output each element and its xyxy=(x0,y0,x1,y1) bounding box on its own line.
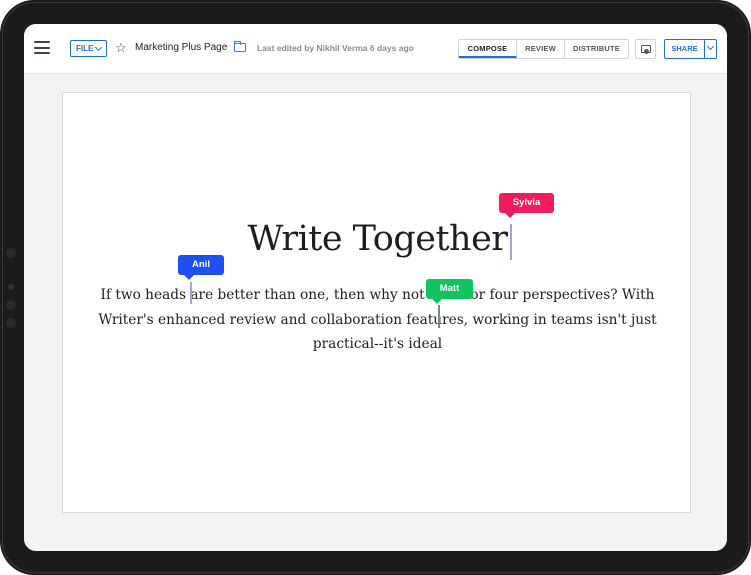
file-menu-label: FILE xyxy=(76,44,94,53)
chevron-down-icon[interactable] xyxy=(706,42,715,51)
hamburger-menu-icon[interactable] xyxy=(34,41,50,54)
share-divider xyxy=(704,40,705,58)
document-title[interactable]: Marketing Plus Page xyxy=(135,42,227,53)
document-body[interactable]: If two heads are better than one, then w… xyxy=(77,283,678,357)
tablet-frame: FILE ☆ Marketing Plus Page Last edited b… xyxy=(0,0,751,575)
star-icon[interactable]: ☆ xyxy=(115,39,127,57)
mode-tabs: COMPOSE REVIEW DISTRIBUTE xyxy=(458,39,629,59)
folder-icon[interactable] xyxy=(234,41,246,52)
last-edited-status: Last edited by Nikhil Verma 6 days ago xyxy=(257,43,414,53)
share-label: SHARE xyxy=(671,44,698,53)
chevron-down-icon xyxy=(94,43,103,52)
collaborator-tag-sylvia: Sylvia xyxy=(499,193,554,218)
tab-distribute[interactable]: DISTRIBUTE xyxy=(565,40,628,58)
top-toolbar: FILE ☆ Marketing Plus Page Last edited b… xyxy=(24,24,727,74)
comment-button[interactable] xyxy=(635,39,656,59)
collaborator-cursor-sylvia xyxy=(510,224,512,260)
document-page[interactable]: Write Together If two heads are better t… xyxy=(62,92,691,513)
collaborator-cursor-matt xyxy=(438,305,440,328)
device-side-button xyxy=(6,318,16,328)
share-button[interactable]: SHARE xyxy=(664,39,717,59)
file-menu-button[interactable]: FILE xyxy=(70,40,107,57)
tab-review[interactable]: REVIEW xyxy=(517,40,565,58)
app-screen: FILE ☆ Marketing Plus Page Last edited b… xyxy=(24,24,727,551)
device-side-dot xyxy=(8,284,14,290)
device-side-button xyxy=(6,300,16,310)
document-heading[interactable]: Write Together xyxy=(63,219,692,259)
comment-badge-dot xyxy=(644,49,649,54)
collaborator-cursor-anil xyxy=(190,282,192,304)
device-side-button xyxy=(6,248,16,258)
tab-compose[interactable]: COMPOSE xyxy=(459,40,517,58)
collaborator-tag-matt: Matt xyxy=(426,279,473,304)
collaborator-tag-anil: Anil xyxy=(178,255,224,280)
